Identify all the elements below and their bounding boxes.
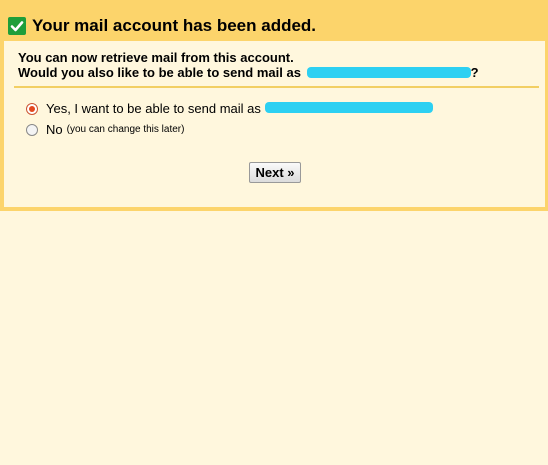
dialog-title: Your mail account has been added. xyxy=(32,16,317,35)
separator xyxy=(14,86,539,88)
option-no[interactable]: No (you can change this later) xyxy=(26,122,184,137)
radio-no[interactable] xyxy=(26,123,38,136)
retrieve-message: You can now retrieve mail from this acco… xyxy=(18,50,294,65)
send-question: Would you also like to be able to send m… xyxy=(18,65,479,80)
option-no-label: No xyxy=(46,122,63,137)
check-icon xyxy=(8,17,26,35)
page: Your mail account has been added. You ca… xyxy=(0,0,548,465)
dialog-content: You can now retrieve mail from this acco… xyxy=(4,41,545,207)
question-text: You can now retrieve mail from this acco… xyxy=(18,50,479,80)
radio-yes[interactable] xyxy=(26,102,38,115)
send-question-prefix: Would you also like to be able to send m… xyxy=(18,65,301,80)
dialog-header: Your mail account has been added. xyxy=(8,12,316,40)
option-no-hint: (you can change this later) xyxy=(66,124,185,135)
option-yes-label: Yes, I want to be able to send mail as xyxy=(46,101,261,116)
redacted-email xyxy=(264,102,433,113)
option-yes[interactable]: Yes, I want to be able to send mail as xyxy=(26,101,433,116)
redacted-email xyxy=(306,67,471,79)
account-added-dialog: Your mail account has been added. You ca… xyxy=(0,0,548,211)
next-button[interactable]: Next » xyxy=(249,162,301,183)
send-question-suffix: ? xyxy=(470,65,479,80)
